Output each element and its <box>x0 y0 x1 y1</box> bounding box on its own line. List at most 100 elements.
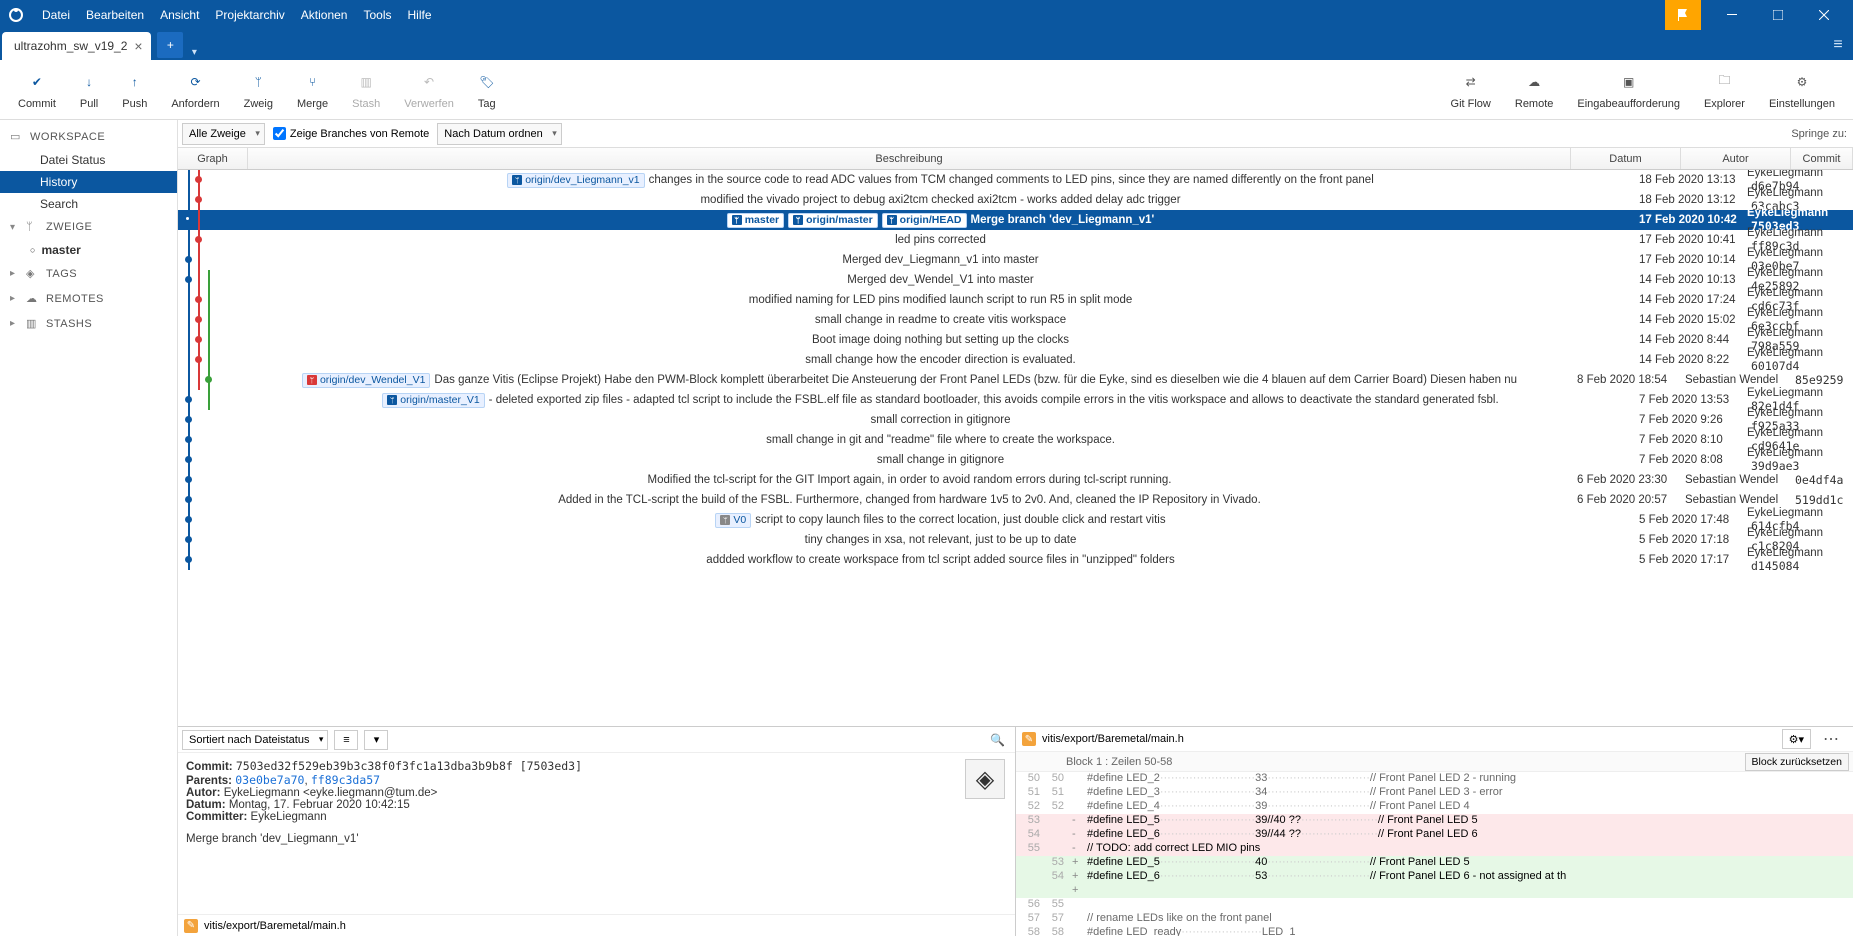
maximize-button[interactable] <box>1755 0 1801 30</box>
menu-aktionen[interactable]: Aktionen <box>293 8 356 22</box>
close-button[interactable] <box>1801 0 1847 30</box>
branch-tag[interactable]: ᛘorigin/master <box>788 213 878 228</box>
commit-row[interactable]: Modified the tcl-script for the GIT Impo… <box>178 470 1853 490</box>
diff-file-path: vitis/export/Baremetal/main.h <box>1042 733 1184 745</box>
commit-button[interactable]: ✔Commit <box>6 62 68 118</box>
remote-button[interactable]: ☁Remote <box>1503 62 1566 118</box>
push-button[interactable]: ↑Push <box>110 62 159 118</box>
commit-row[interactable]: led pins corrected17 Feb 2020 10:41EykeL… <box>178 230 1853 250</box>
repo-tab[interactable]: ultrazohm_sw_v19_2 × <box>2 32 151 60</box>
tag-button[interactable]: 🏷Tag <box>466 62 508 118</box>
branch-tag[interactable]: ᛘmaster <box>727 213 784 228</box>
menu-bearbeiten[interactable]: Bearbeiten <box>78 8 152 22</box>
branch-icon: ᛘ <box>26 221 40 233</box>
fetch-button[interactable]: ⟳Anfordern <box>159 62 231 118</box>
view-mode-chevron-icon[interactable]: ▾ <box>364 730 388 750</box>
sidebar-section-workspace[interactable]: ▭WORKSPACE <box>0 124 177 149</box>
commit-row[interactable]: Merged dev_Liegmann_v1 into master17 Feb… <box>178 250 1853 270</box>
explorer-button[interactable]: 🗀Explorer <box>1692 62 1757 118</box>
gitflow-icon: ⇄ <box>1466 70 1476 94</box>
cli-icon: ▣ <box>1623 70 1634 94</box>
jump-to-label: Springe zu: <box>1791 128 1849 140</box>
hunk-label: Block 1 : Zeilen 50-58 <box>1066 756 1172 768</box>
sidebar-section-remotes[interactable]: ▸☁REMOTES <box>0 286 177 311</box>
view-mode-button[interactable]: ≡ <box>334 730 358 750</box>
new-tab-button[interactable]: + <box>157 32 183 58</box>
gitflow-button[interactable]: ⇄Git Flow <box>1439 62 1503 118</box>
filter-bar: Alle Zweige Zeige Branches von Remote Na… <box>178 120 1853 148</box>
show-remote-branches-checkbox[interactable]: Zeige Branches von Remote <box>273 127 429 140</box>
commit-row[interactable]: addded workflow to create workspace from… <box>178 550 1853 570</box>
changed-file-row[interactable]: ✎ vitis/export/Baremetal/main.h <box>178 914 1015 936</box>
commit-row[interactable]: tiny changes in xsa, not relevant, just … <box>178 530 1853 550</box>
revert-hunk-button[interactable]: Block zurücksetzen <box>1745 753 1849 771</box>
commit-row[interactable]: ᛘV0script to copy launch files to the co… <box>178 510 1853 530</box>
branch-tag[interactable]: ᛘorigin/dev_Liegmann_v1 <box>507 173 644 188</box>
col-author[interactable]: Autor <box>1681 148 1791 169</box>
branch-icon: ᛘ <box>887 215 897 225</box>
menu-datei[interactable]: Datei <box>34 8 78 22</box>
sidebar: ▭WORKSPACE Datei StatusHistorySearch ▾ᛘZ… <box>0 120 178 936</box>
commit-row[interactable]: small change in readme to create vitis w… <box>178 310 1853 330</box>
commit-row[interactable]: Boot image doing nothing but setting up … <box>178 330 1853 350</box>
merge-button[interactable]: ⑂Merge <box>285 62 340 118</box>
settings-icon: ⚙ <box>1797 70 1808 94</box>
push-icon: ↑ <box>132 70 138 94</box>
commit-row[interactable]: modified the vivado project to debug axi… <box>178 190 1853 210</box>
sidebar-branch-master[interactable]: ○master <box>0 239 177 261</box>
sidebar-section-branches[interactable]: ▾ᛘZWEIGE <box>0 215 177 239</box>
col-date[interactable]: Datum <box>1571 148 1681 169</box>
commit-row[interactable]: ᛘorigin/dev_Wendel_V1Das ganze Vitis (Ec… <box>178 370 1853 390</box>
branch-filter-dropdown[interactable]: Alle Zweige <box>182 123 265 145</box>
menu-projektarchiv[interactable]: Projektarchiv <box>207 8 292 22</box>
branch-tag[interactable]: ᛘV0 <box>715 513 751 528</box>
commit-row[interactable]: modified naming for LED pins modified la… <box>178 290 1853 310</box>
commit-row[interactable]: small change in gitignore7 Feb 2020 8:08… <box>178 450 1853 470</box>
branch-icon: ᛘ <box>512 175 522 185</box>
commit-row[interactable]: small change how the encoder direction i… <box>178 350 1853 370</box>
branch-tag[interactable]: ᛘorigin/dev_Wendel_V1 <box>302 373 430 388</box>
pull-button[interactable]: ↓Pull <box>68 62 110 118</box>
menu-hilfe[interactable]: Hilfe <box>400 8 440 22</box>
file-sort-dropdown[interactable]: Sortiert nach Dateistatus <box>182 730 328 750</box>
commit-row[interactable]: Merged dev_Wendel_V1 into master14 Feb 2… <box>178 270 1853 290</box>
branch-tag[interactable]: ᛘorigin/master_V1 <box>382 393 484 408</box>
sidebar-item-search[interactable]: Search <box>0 193 177 215</box>
more-icon[interactable]: ⋯ <box>1817 729 1847 749</box>
parent-link[interactable]: ff89c3da57 <box>311 773 380 787</box>
search-icon[interactable]: 🔍 <box>984 733 1011 747</box>
col-description[interactable]: Beschreibung <box>248 148 1571 169</box>
diff-content[interactable]: 5050 #define LED_2······················… <box>1016 772 1853 936</box>
col-graph[interactable]: Graph <box>178 148 248 169</box>
notification-flag-icon[interactable] <box>1665 0 1701 30</box>
commit-row[interactable]: small change in git and "readme" file wh… <box>178 430 1853 450</box>
commit-row[interactable]: Added in the TCL-script the build of the… <box>178 490 1853 510</box>
commit-row[interactable]: ᛘmasterᛘorigin/masterᛘorigin/HEADMerge b… <box>178 210 1853 230</box>
diff-settings-button[interactable]: ⚙ ▾ <box>1782 729 1811 749</box>
commit-row[interactable]: small correction in gitignore7 Feb 2020 … <box>178 410 1853 430</box>
close-icon[interactable]: × <box>131 39 145 53</box>
menu-ansicht[interactable]: Ansicht <box>152 8 207 22</box>
commit-row[interactable]: ᛘorigin/master_V1- deleted exported zip … <box>178 390 1853 410</box>
chevron-right-icon: ▸ <box>10 318 20 329</box>
cli-button[interactable]: ▣Eingabeaufforderung <box>1565 62 1692 118</box>
diff-pane: ✎ vitis/export/Baremetal/main.h ⚙ ▾ ⋯ Bl… <box>1016 727 1853 936</box>
sidebar-item-history[interactable]: History <box>0 171 177 193</box>
toolbar: ✔Commit↓Pull↑Push⟳AnfordernᛘZweig⑂Merge▥… <box>0 60 1853 120</box>
menu-icon[interactable]: ≡ <box>1823 30 1853 60</box>
sidebar-section-stashes[interactable]: ▸▥STASHS <box>0 311 177 336</box>
new-tab-menu-chevron-icon[interactable]: ▾ <box>187 47 201 58</box>
commit-row[interactable]: ᛘorigin/dev_Liegmann_v1changes in the so… <box>178 170 1853 190</box>
menu-tools[interactable]: Tools <box>355 8 399 22</box>
commit-list[interactable]: ᛘorigin/dev_Liegmann_v1changes in the so… <box>178 170 1853 726</box>
order-dropdown[interactable]: Nach Datum ordnen <box>437 123 561 145</box>
settings-button[interactable]: ⚙Einstellungen <box>1757 62 1847 118</box>
commit-message: Merge branch 'dev_Liegmann_v1' <box>186 833 1007 845</box>
sidebar-item-datei-status[interactable]: Datei Status <box>0 149 177 171</box>
branch-button[interactable]: ᛘZweig <box>232 62 285 118</box>
sidebar-section-tags[interactable]: ▸◈TAGS <box>0 261 177 286</box>
parent-link[interactable]: 03e0be7a70 <box>235 773 304 787</box>
col-commit[interactable]: Commit <box>1791 148 1853 169</box>
branch-tag[interactable]: ᛘorigin/HEAD <box>882 213 967 228</box>
minimize-button[interactable] <box>1709 0 1755 30</box>
